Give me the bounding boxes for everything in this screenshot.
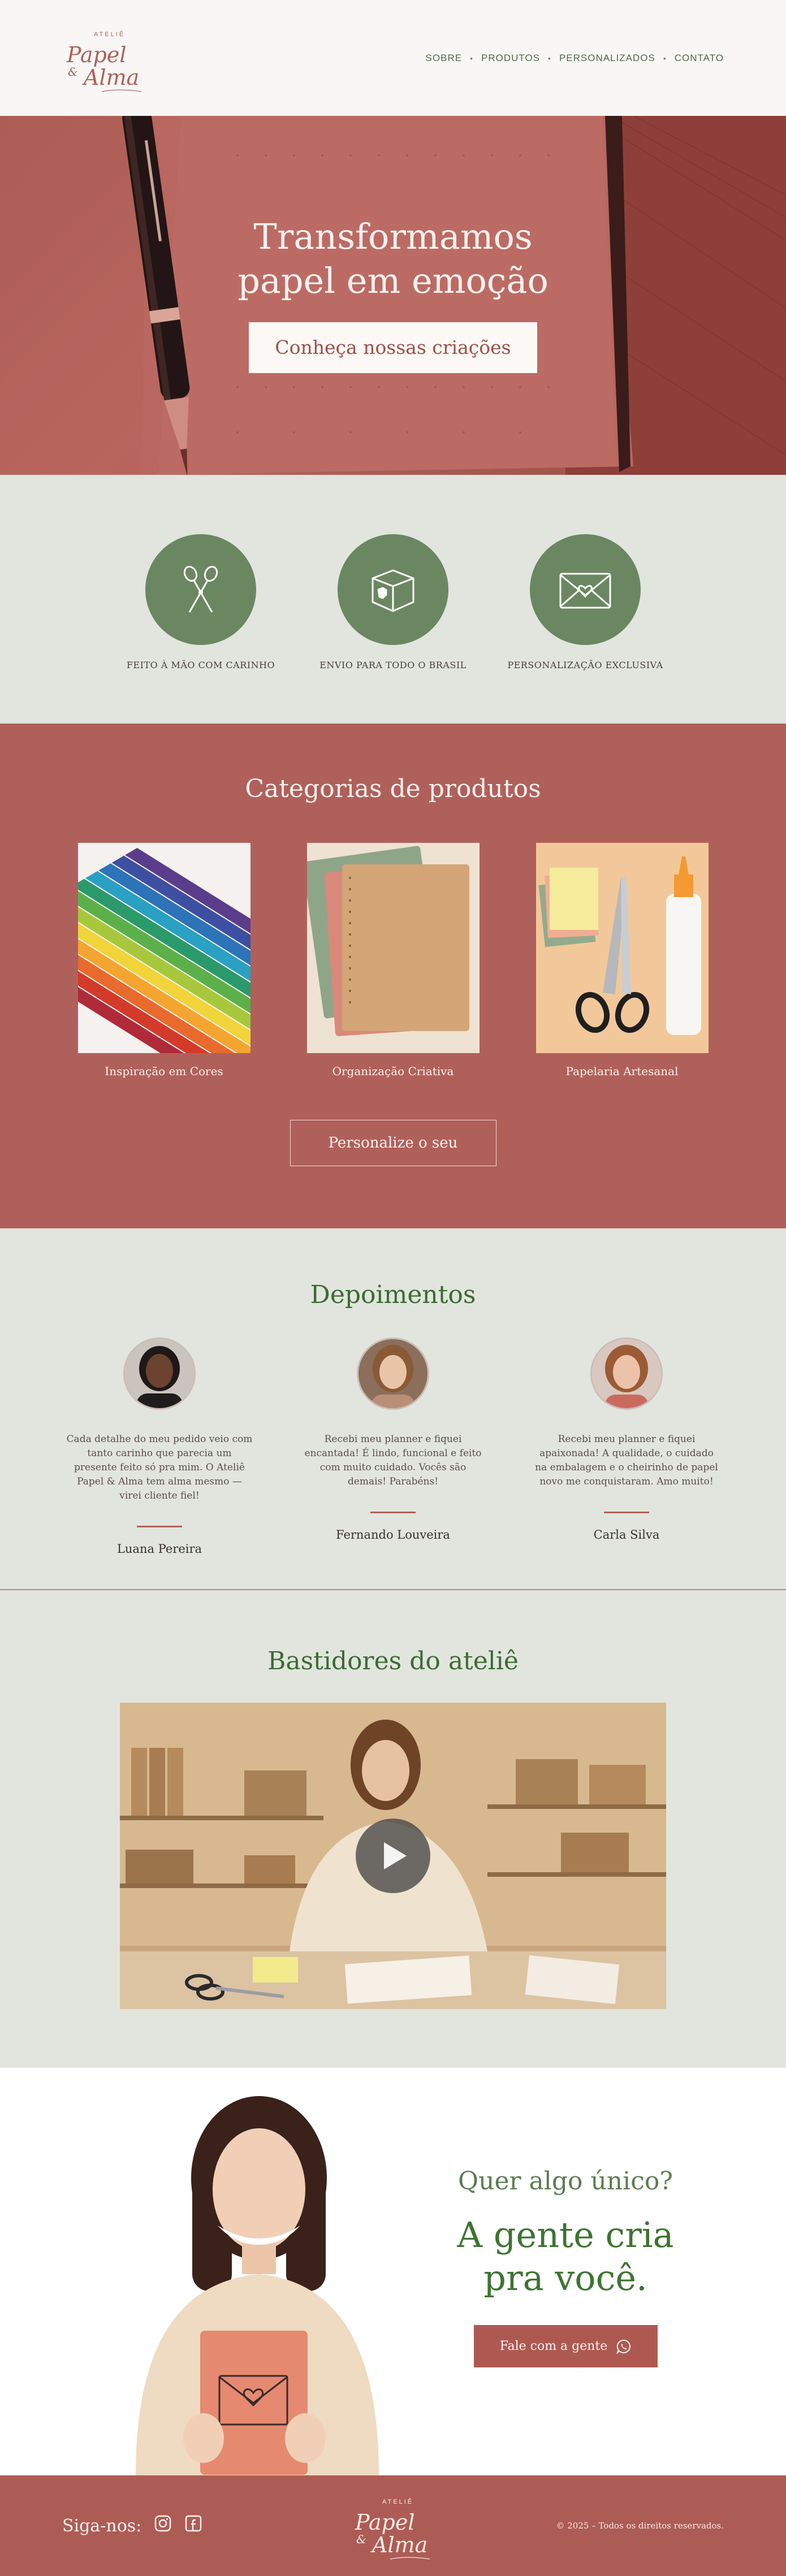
testimonial-card: Recebi meu planner e fiquei apaixonada! … bbox=[533, 1337, 720, 1556]
nav-contato[interactable]: CONTATO bbox=[675, 53, 724, 64]
category-card[interactable]: Inspiração em Cores bbox=[77, 843, 251, 1078]
cta-text: Quer algo único? A gente cria pra você. … bbox=[447, 2167, 684, 2367]
hero-title: Transformamos papel em emoção bbox=[0, 215, 786, 303]
follow-label: Siga-nos: bbox=[62, 2516, 142, 2536]
category-card[interactable]: Organização Criativa bbox=[306, 843, 480, 1078]
testimonial-name: Luana Pereira bbox=[116, 1542, 202, 1556]
cta-question: Quer algo único? bbox=[458, 2167, 673, 2196]
testimonials-list: Cada detalhe do meu pedido veio com tant… bbox=[0, 1337, 786, 1556]
nav-separator: • bbox=[663, 53, 667, 63]
category-caption: Papelaria Artesanal bbox=[565, 1064, 679, 1078]
whatsapp-icon bbox=[616, 2339, 631, 2354]
svg-text:ATELIÊ: ATELIÊ bbox=[382, 2498, 413, 2505]
feature-shipping: ENVIO PARA TODO O BRASIL bbox=[297, 534, 489, 724]
svg-text:Alma: Alma bbox=[82, 65, 139, 90]
testimonial-quote: Recebi meu planner e fiquei encantada! É… bbox=[304, 1434, 482, 1487]
backstage-section: Bastidores do ateliê bbox=[0, 1590, 786, 2068]
play-icon bbox=[384, 1842, 407, 1869]
categories-title: Categorias de produtos bbox=[245, 774, 541, 803]
hero-title-line-1: Transformamos bbox=[253, 216, 533, 257]
category-image-colored-pencils[interactable] bbox=[77, 843, 251, 1053]
nav-personalizados[interactable]: PERSONALIZADOS bbox=[559, 53, 655, 64]
feature-circle bbox=[530, 534, 641, 645]
svg-text:Alma: Alma bbox=[370, 2532, 427, 2557]
divider bbox=[370, 1512, 416, 1513]
hero-cta-button[interactable]: Conheça nossas criações bbox=[249, 322, 537, 373]
svg-text:Papel: Papel bbox=[66, 42, 126, 67]
features-section: FEITO À MÃO COM CARINHO ENVIO PARA TODO … bbox=[0, 475, 786, 724]
cta-person-image bbox=[136, 2096, 379, 2475]
hero-title-line-2: papel em emoção bbox=[237, 260, 549, 301]
site-header: ATELIÊ Papel & Alma SOBRE • PRODUTOS • P… bbox=[0, 0, 786, 116]
testimonials-section: Depoimentos Cada detalhe do meu pedido v… bbox=[0, 1228, 786, 1590]
contact-button[interactable]: Fale com a gente bbox=[473, 2325, 658, 2367]
hero-content: Transformamos papel em emoção Conheça no… bbox=[0, 215, 786, 373]
category-caption: Organização Criativa bbox=[332, 1064, 454, 1078]
social-icons bbox=[154, 2514, 202, 2537]
cta-headline: A gente cria pra você. bbox=[447, 2214, 684, 2300]
testimonial-quote: Cada detalhe do meu pedido veio com tant… bbox=[66, 1434, 253, 1501]
svg-text:Papel: Papel bbox=[355, 2510, 414, 2535]
facebook-icon[interactable] bbox=[184, 2514, 202, 2537]
divider bbox=[604, 1512, 649, 1513]
nav-separator: • bbox=[548, 53, 551, 63]
categories-list: Inspiração em Cores Organização Criativa… bbox=[0, 843, 786, 1078]
cta-headline-line-2: pra você. bbox=[483, 2257, 647, 2298]
hero-section: Transformamos papel em emoção Conheça no… bbox=[0, 116, 786, 475]
scissors-icon bbox=[183, 565, 218, 613]
svg-text:&: & bbox=[356, 2532, 366, 2546]
box-icon bbox=[372, 569, 414, 612]
instagram-icon[interactable] bbox=[154, 2514, 172, 2537]
feature-circle bbox=[338, 534, 448, 645]
category-image-scissors-glue[interactable] bbox=[535, 843, 709, 1053]
nav-produtos[interactable]: PRODUTOS bbox=[481, 53, 540, 64]
testimonials-title: Depoimentos bbox=[310, 1280, 476, 1309]
category-caption: Inspiração em Cores bbox=[105, 1064, 223, 1078]
main-nav: SOBRE • PRODUTOS • PERSONALIZADOS • CONT… bbox=[426, 53, 724, 64]
testimonial-quote: Recebi meu planner e fiquei apaixonada! … bbox=[535, 1434, 718, 1487]
nav-separator: • bbox=[470, 53, 473, 63]
feature-label: ENVIO PARA TODO O BRASIL bbox=[319, 660, 467, 670]
avatar bbox=[123, 1337, 196, 1410]
svg-text:&: & bbox=[68, 65, 78, 79]
personalize-button[interactable]: Personalize o seu bbox=[290, 1120, 496, 1166]
feature-handmade: FEITO À MÃO COM CARINHO bbox=[105, 534, 297, 724]
backstage-video[interactable] bbox=[120, 1703, 666, 2009]
divider bbox=[137, 1526, 182, 1527]
avatar bbox=[590, 1337, 663, 1410]
backstage-title: Bastidores do ateliê bbox=[267, 1647, 519, 1676]
testimonial-name: Carla Silva bbox=[593, 1528, 660, 1542]
svg-text:ATELIÊ: ATELIÊ bbox=[94, 31, 125, 38]
feature-personalization: PERSONALIZAÇÃO EXCLUSIVA bbox=[489, 534, 681, 724]
site-footer: Siga-nos: ATELIÊ Papel & Alma © 2025 – T… bbox=[0, 2475, 786, 2576]
brand-logo[interactable]: ATELIÊ Papel & Alma bbox=[62, 21, 147, 95]
categories-section: Categorias de produtos Inspiração em Cor… bbox=[0, 724, 786, 1228]
envelope-heart-icon bbox=[559, 573, 611, 609]
play-button[interactable] bbox=[356, 1819, 430, 1893]
testimonial-card: Recebi meu planner e fiquei encantada! É… bbox=[300, 1337, 486, 1556]
cta-section: Quer algo único? A gente cria pra você. … bbox=[0, 2068, 786, 2475]
feature-circle bbox=[145, 534, 256, 645]
testimonial-card: Cada detalhe do meu pedido veio com tant… bbox=[66, 1337, 253, 1556]
social-links: Siga-nos: bbox=[62, 2514, 202, 2537]
category-image-notebooks[interactable] bbox=[306, 843, 480, 1053]
avatar bbox=[357, 1337, 429, 1410]
feature-label: PERSONALIZAÇÃO EXCLUSIVA bbox=[507, 660, 663, 670]
cta-headline-line-1: A gente cria bbox=[457, 2214, 674, 2255]
feature-label: FEITO À MÃO COM CARINHO bbox=[126, 660, 275, 670]
footer-logo[interactable]: ATELIÊ Papel & Alma bbox=[351, 2489, 435, 2562]
category-card[interactable]: Papelaria Artesanal bbox=[535, 843, 709, 1078]
nav-sobre[interactable]: SOBRE bbox=[426, 53, 463, 64]
copyright: © 2025 – Todos os direitos reservados. bbox=[556, 2521, 724, 2531]
testimonial-name: Fernando Louveira bbox=[336, 1528, 450, 1542]
contact-button-label: Fale com a gente bbox=[499, 2339, 608, 2353]
